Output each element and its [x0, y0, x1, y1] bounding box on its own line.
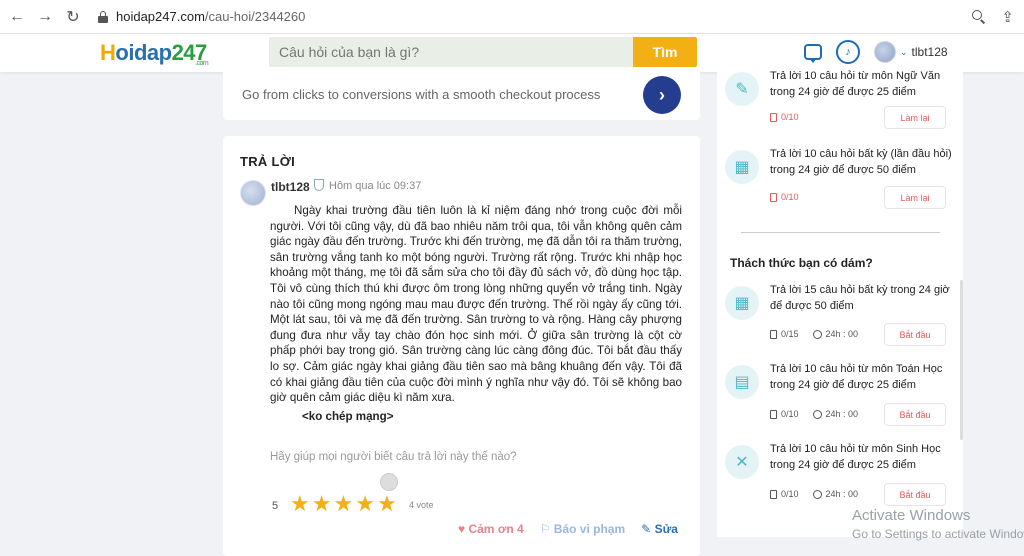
task-title: Trả lời 10 câu hỏi bất kỳ (lần đầu hỏi) …	[770, 148, 952, 176]
challenge-progress: 0/10 24h : 00	[770, 409, 858, 419]
back-icon[interactable]: ←	[6, 6, 28, 28]
document-icon	[770, 329, 777, 339]
calculator-icon: ▤	[725, 365, 759, 399]
answer-timestamp: Hôm qua lúc 09:37	[329, 180, 422, 192]
answerer-name[interactable]: tlbt128	[271, 180, 310, 194]
reload-icon[interactable]: ↻	[62, 6, 84, 28]
challenge-title: Trả lời 15 câu hỏi bất kỳ trong 24 giờ đ…	[770, 284, 950, 312]
answer-heading: TRẢ LỜI	[240, 154, 296, 169]
logo-suffix: .com	[195, 60, 209, 67]
task-title: Trả lời 10 câu hỏi từ môn Ngữ Văn trong …	[770, 70, 941, 98]
vote-count: 4 vote	[409, 500, 434, 510]
star-icon[interactable]: ★	[377, 493, 397, 515]
activate-windows-title: Activate Windows	[852, 507, 971, 524]
clock-icon	[812, 489, 822, 499]
daily-tasks-panel: ✎ Trả lời 10 câu hỏi từ môn Ngữ Văn tron…	[717, 70, 963, 537]
answerer-avatar[interactable]	[240, 180, 266, 206]
answer-note: <ko chép mạng>	[302, 410, 394, 423]
rating-prompt: Hãy giúp mọi người biết câu trả lời này …	[270, 451, 517, 463]
voter-avatar	[380, 473, 398, 491]
url-text: hoidap247.com/cau-hoi/2344260	[116, 9, 306, 24]
document-icon	[770, 112, 777, 122]
lock-icon	[98, 10, 108, 23]
user-menu[interactable]: ⌄ tlbt128	[874, 41, 948, 63]
grid-icon: ▦	[725, 286, 759, 320]
answer-card: TRẢ LỜI tlbt128 Hôm qua lúc 09:37 Ngày k…	[223, 136, 700, 556]
address-bar[interactable]: hoidap247.com/cau-hoi/2344260	[98, 4, 971, 30]
challenge-title: Trả lời 10 câu hỏi từ môn Toán Học trong…	[770, 363, 943, 391]
activate-windows-subtitle: Go to Settings to activate Windows.	[852, 527, 1024, 541]
challenge-progress: 0/15 24h : 00	[770, 329, 858, 339]
answer-actions: ♥ Cảm ơn 4 ⚐ Báo vi phạm ✎ Sửa	[458, 522, 678, 536]
chevron-down-icon: ⌄	[900, 46, 908, 57]
start-button[interactable]: Bắt đầu	[884, 403, 946, 426]
site-logo[interactable]: Hoidap247 .com	[100, 40, 209, 67]
rating-stars[interactable]: ★ ★ ★ ★ ★	[290, 493, 397, 515]
answer-body: Ngày khai trường đầu tiên luôn là kỉ niệ…	[270, 204, 682, 405]
thanks-button[interactable]: ♥ Cảm ơn 4	[458, 522, 524, 536]
star-icon[interactable]: ★	[355, 493, 375, 515]
redo-button[interactable]: Làm lại	[884, 186, 946, 209]
browser-toolbar: ← → ↻ hoidap247.com/cau-hoi/2344260 ⇪	[0, 0, 1024, 34]
chat-icon[interactable]	[804, 44, 822, 63]
search-input[interactable]	[269, 37, 633, 67]
promo-banner[interactable]: Go from clicks to conversions with a smo…	[223, 72, 700, 120]
zoom-icon[interactable]	[971, 9, 987, 25]
rank-badge-icon	[314, 179, 324, 191]
redo-button[interactable]: Làm lại	[884, 106, 946, 129]
bell-icon[interactable]: ♪	[836, 40, 860, 64]
dna-icon: ✕	[725, 445, 759, 479]
start-button[interactable]: Bắt đầu	[884, 323, 946, 346]
arrow-right-icon[interactable]: ›	[643, 76, 681, 114]
document-icon	[770, 489, 777, 499]
header-username: tlbt128	[911, 45, 948, 59]
clock-icon	[812, 409, 822, 419]
forward-icon[interactable]: →	[34, 6, 56, 28]
sidebar-scrollbar[interactable]	[960, 280, 963, 440]
report-button[interactable]: ⚐ Báo vi phạm	[540, 522, 625, 536]
flag-icon: ⚐	[539, 522, 551, 536]
share-icon[interactable]: ⇪	[1001, 8, 1014, 26]
clock-icon	[812, 329, 822, 339]
pen-icon: ✎	[725, 72, 759, 106]
promo-text: Go from clicks to conversions with a smo…	[242, 87, 601, 102]
rating-value: 5	[272, 500, 279, 512]
grid-icon: ▦	[725, 150, 759, 184]
edit-button[interactable]: ✎ Sửa	[641, 522, 678, 536]
star-icon[interactable]: ★	[290, 493, 310, 515]
task-progress: 0/10	[770, 112, 799, 122]
challenge-progress: 0/10 24h : 00	[770, 489, 858, 499]
site-header: Hoidap247.com Tìm ♪ ⌄ tlbt128	[0, 34, 1024, 72]
document-icon	[770, 192, 777, 202]
star-icon[interactable]: ★	[312, 493, 332, 515]
search-button[interactable]: Tìm	[633, 37, 697, 67]
challenge-heading: Thách thức bạn có dám?	[730, 256, 873, 270]
heart-icon: ♥	[458, 522, 466, 536]
document-icon	[770, 409, 777, 419]
task-progress: 0/10	[770, 192, 799, 202]
divider	[741, 232, 940, 233]
start-button[interactable]: Bắt đầu	[884, 483, 946, 506]
challenge-title: Trả lời 10 câu hỏi từ môn Sinh Học trong…	[770, 443, 941, 471]
star-icon[interactable]: ★	[333, 493, 353, 515]
pencil-icon: ✎	[641, 522, 652, 536]
avatar	[874, 41, 896, 63]
